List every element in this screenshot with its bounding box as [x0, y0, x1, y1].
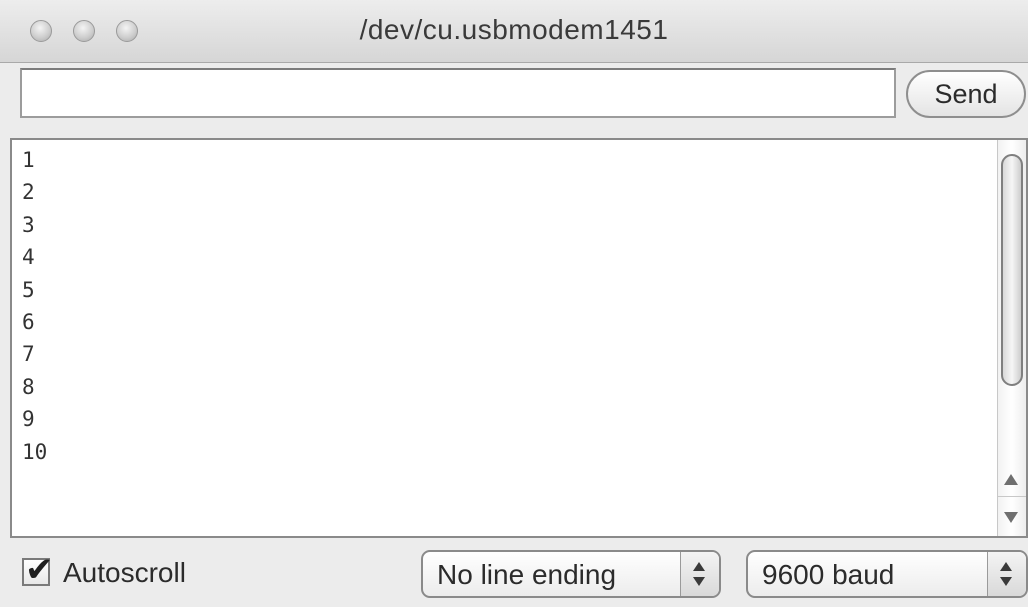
- serial-monitor-window: /dev/cu.usbmodem1451 Send 1 2 3 4 5 6 7 …: [0, 0, 1028, 607]
- output-line: 1: [22, 148, 35, 172]
- line-ending-value: No line ending: [437, 559, 617, 590]
- vertical-scrollbar[interactable]: [997, 140, 1026, 536]
- line-ending-select[interactable]: No line ending: [421, 550, 721, 598]
- send-input[interactable]: [20, 68, 896, 118]
- send-button[interactable]: Send: [906, 70, 1026, 118]
- baud-rate-value: 9600 baud: [762, 559, 895, 590]
- arrow-up-icon[interactable]: [1004, 474, 1018, 485]
- output-line: 3: [22, 212, 35, 237]
- output-line: 7: [22, 342, 35, 367]
- autoscroll-label: Autoscroll: [63, 557, 186, 588]
- output-line: 9: [22, 407, 35, 432]
- select-stepper-icon: [680, 552, 719, 596]
- output-lines: 1 2 3 4 5 6 7 8 9 10: [22, 144, 47, 468]
- serial-output-area[interactable]: 1 2 3 4 5 6 7 8 9 10: [10, 138, 1028, 538]
- output-line: 2: [22, 180, 35, 205]
- scrollbar-thumb[interactable]: [1001, 154, 1023, 386]
- title-bar: /dev/cu.usbmodem1451: [0, 0, 1028, 63]
- baud-rate-select[interactable]: 9600 baud: [746, 550, 1028, 598]
- arrow-down-icon[interactable]: [1004, 512, 1018, 523]
- output-line: 5: [22, 277, 35, 302]
- window-title: /dev/cu.usbmodem1451: [359, 14, 669, 45]
- autoscroll-checkbox[interactable]: ✔: [22, 550, 54, 590]
- checkmark-icon: ✔: [25, 550, 54, 590]
- output-line: 8: [22, 374, 35, 399]
- output-line: 10: [22, 439, 48, 464]
- select-stepper-icon: [987, 552, 1026, 596]
- scroll-arrow-divider: [998, 496, 1026, 497]
- output-line: 4: [22, 245, 35, 270]
- output-line: 6: [22, 310, 35, 335]
